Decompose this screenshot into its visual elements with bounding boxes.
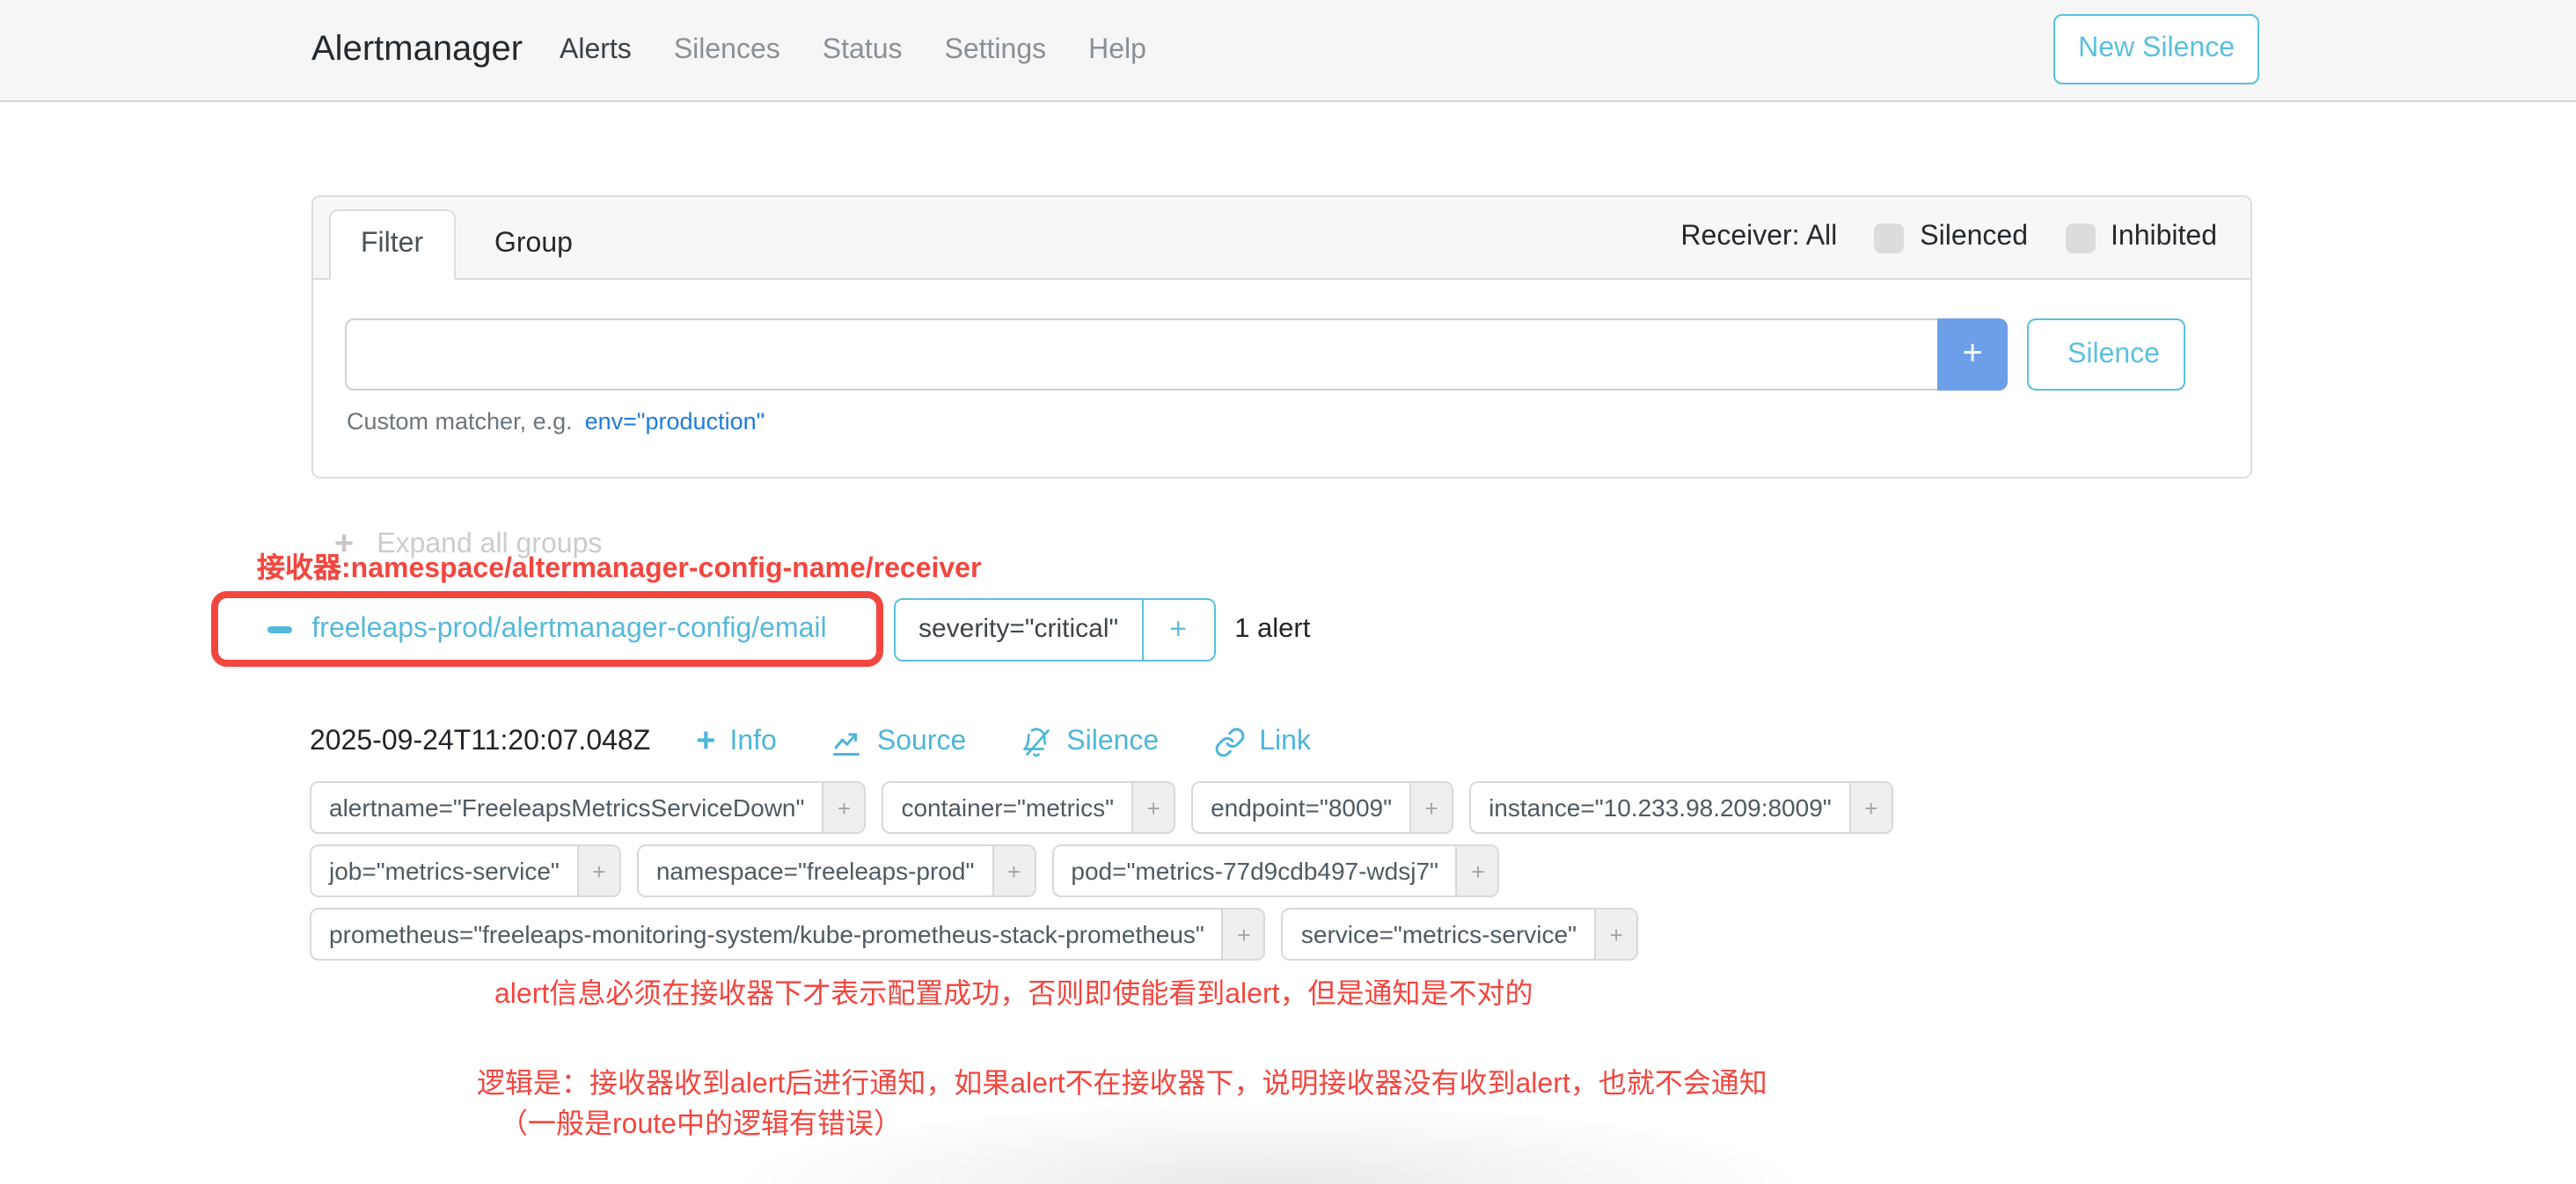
label-text: job="metrics-service" (311, 846, 577, 895)
silence-label: Silence (1066, 726, 1159, 757)
main-nav: Alerts Silences Status Settings Help (560, 0, 1146, 100)
label-row: job="metrics-service" + namespace="freel… (310, 844, 1893, 897)
tab-filter[interactable]: Filter (329, 209, 455, 280)
group-matcher-text: severity="critical" (896, 599, 1141, 659)
label-text: container="metrics" (883, 783, 1131, 832)
label-chip-endpoint: endpoint="8009" + (1191, 781, 1453, 834)
chart-line-icon (831, 726, 863, 757)
add-matcher-button[interactable]: + (1937, 318, 2008, 391)
filter-options: Receiver: All Silenced Inhibited (1680, 197, 2217, 278)
plus-icon: + (696, 725, 715, 758)
add-label-filter-button[interactable]: + (1594, 910, 1636, 959)
add-label-filter-button[interactable]: + (1222, 910, 1264, 959)
label-text: service="metrics-service" (1284, 910, 1594, 959)
info-label: Info (729, 726, 776, 757)
inhibited-checkbox[interactable] (2065, 223, 2095, 252)
inhibited-checkbox-item[interactable]: Inhibited (2065, 222, 2217, 253)
label-text: alertname="FreeleapsMetricsServiceDown" (311, 783, 822, 832)
bell-slash-icon (1021, 726, 1052, 757)
custom-matcher-hint: Custom matcher, e.g. env="production" (347, 408, 765, 435)
new-silence-button[interactable]: New Silence (2053, 14, 2259, 84)
hint-text: Custom matcher, e.g. (347, 408, 573, 435)
link-icon (1213, 726, 1245, 757)
alert-action-info[interactable]: + Info (696, 725, 777, 758)
filter-card: Filter Group Receiver: All Silenced Inhi… (311, 195, 2252, 479)
alert-header-row: 2025-09-24T11:20:07.048Z + Info Source S… (310, 725, 1365, 758)
tab-group[interactable]: Group (465, 209, 603, 280)
app-brand: Alertmanager (311, 0, 523, 100)
receiver-group-row: freeleaps-prod/alertmanager-config/email… (211, 591, 1310, 667)
label-chip-container: container="metrics" + (882, 781, 1175, 834)
silence-button-label: Silence (2067, 339, 2160, 370)
source-label: Source (877, 726, 966, 757)
matcher-input[interactable] (345, 318, 1937, 391)
label-chip-pod: pod="metrics-77d9cdb497-wdsj7" + (1051, 844, 1500, 897)
label-chip-namespace: namespace="freeleaps-prod" + (637, 844, 1036, 897)
alert-labels: alertname="FreeleapsMetricsServiceDown" … (310, 781, 1893, 971)
hint-example-link[interactable]: env="production" (585, 408, 765, 435)
receiver-group-toggle[interactable]: freeleaps-prod/alertmanager-config/email (257, 611, 837, 647)
filter-card-header: Filter Group Receiver: All Silenced Inhi… (313, 197, 2250, 280)
nav-help[interactable]: Help (1088, 34, 1146, 66)
silenced-label: Silenced (1920, 222, 2028, 253)
add-label-filter-button[interactable]: + (1849, 783, 1892, 832)
add-label-filter-button[interactable]: + (992, 846, 1034, 895)
label-chip-instance: instance="10.233.98.209:8009" + (1469, 781, 1893, 834)
group-matcher-chip: severity="critical" + (894, 597, 1215, 661)
label-row: prometheus="freeleaps-monitoring-system/… (310, 908, 1893, 961)
add-label-filter-button[interactable]: + (577, 846, 619, 895)
receiver-group-name: freeleaps-prod/alertmanager-config/email (311, 613, 826, 645)
add-group-filter-button[interactable]: + (1141, 599, 1213, 659)
label-text: instance="10.233.98.209:8009" (1471, 783, 1849, 832)
receiver-label[interactable]: Receiver: All (1680, 222, 1837, 253)
collapse-icon (267, 625, 292, 632)
annotation-route-error: （一般是route中的逻辑有错误） (500, 1100, 902, 1142)
silenced-checkbox[interactable] (1874, 223, 1904, 252)
inhibited-label: Inhibited (2111, 222, 2217, 253)
app-header: Alertmanager Alerts Silences Status Sett… (0, 0, 2576, 102)
alert-action-source[interactable]: Source (831, 726, 966, 757)
add-label-filter-button[interactable]: + (1456, 846, 1498, 895)
nav-settings[interactable]: Settings (945, 34, 1047, 66)
add-label-filter-button[interactable]: + (1131, 783, 1174, 832)
label-text: pod="metrics-77d9cdb497-wdsj7" (1053, 846, 1456, 895)
annotation-config-success: alert信息必须在接收器下才表示配置成功，否则即使能看到alert，但是通知是… (494, 969, 1533, 1012)
nav-alerts[interactable]: Alerts (560, 34, 632, 66)
label-text: namespace="freeleaps-prod" (639, 846, 992, 895)
alert-count: 1 alert (1234, 613, 1310, 645)
alertmanager-app: Alertmanager Alerts Silences Status Sett… (0, 0, 2576, 1184)
nav-silences[interactable]: Silences (674, 34, 780, 66)
label-row: alertname="FreeleapsMetricsServiceDown" … (310, 781, 1893, 834)
silence-from-filter-button[interactable]: Silence (2027, 318, 2186, 391)
alert-action-link[interactable]: Link (1213, 726, 1311, 757)
label-chip-prometheus: prometheus="freeleaps-monitoring-system/… (310, 908, 1266, 961)
link-label: Link (1259, 726, 1311, 757)
alert-action-silence[interactable]: Silence (1021, 726, 1159, 757)
add-label-filter-button[interactable]: + (822, 783, 864, 832)
add-label-filter-button[interactable]: + (1409, 783, 1452, 832)
annotation-receiver-format: 接收器:namespace/altermanager-config-name/r… (257, 544, 981, 586)
silenced-checkbox-item[interactable]: Silenced (1874, 222, 2028, 253)
label-chip-job: job="metrics-service" + (310, 844, 621, 897)
alert-timestamp: 2025-09-24T11:20:07.048Z (310, 726, 650, 757)
matcher-input-group: + Silence (345, 318, 2186, 391)
label-chip-service: service="metrics-service" + (1282, 908, 1638, 961)
label-text: prometheus="freeleaps-monitoring-system/… (311, 910, 1222, 959)
label-chip-alertname: alertname="FreeleapsMetricsServiceDown" … (310, 781, 866, 834)
label-text: endpoint="8009" (1193, 783, 1409, 832)
nav-status[interactable]: Status (823, 34, 903, 66)
annotation-logic: 逻辑是：接收器收到alert后进行通知，如果alert不在接收器下，说明接收器没… (477, 1059, 1767, 1101)
annotation-highlight-box: freeleaps-prod/alertmanager-config/email (211, 591, 883, 667)
